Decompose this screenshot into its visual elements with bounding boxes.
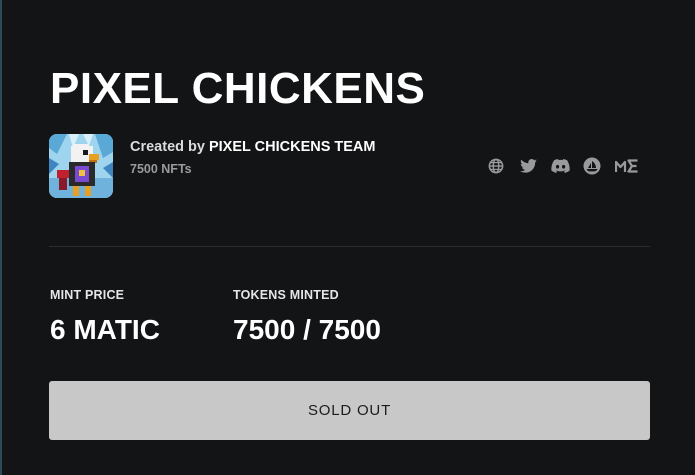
creator-info: Created by PIXEL CHICKENS TEAM 7500 NFTs bbox=[130, 138, 376, 177]
tokens-minted-label: TOKENS MINTED bbox=[233, 288, 339, 302]
created-by-prefix: Created by bbox=[130, 139, 205, 155]
section-divider bbox=[49, 246, 650, 247]
twitter-icon[interactable] bbox=[518, 156, 538, 176]
collection-title: PIXEL CHICKENS bbox=[50, 64, 426, 113]
creator-row: Created by PIXEL CHICKENS TEAM 7500 NFTs bbox=[49, 134, 650, 200]
globe-icon[interactable] bbox=[486, 156, 506, 176]
nft-count: 7500 NFTs bbox=[130, 162, 192, 176]
tokens-minted-value: 7500 / 7500 bbox=[233, 314, 381, 345]
pixel-chicken-image bbox=[49, 134, 113, 198]
created-by-line: Created by PIXEL CHICKENS TEAM bbox=[130, 138, 376, 156]
opensea-icon[interactable] bbox=[582, 156, 602, 176]
mint-price-value: 6 MATIC bbox=[50, 314, 160, 345]
mint-page: PIXEL CHICKENS Created by PIXEL CHICKENS… bbox=[0, 0, 695, 475]
mint-price-label: MINT PRICE bbox=[50, 288, 125, 302]
tokens-minted-stat: TOKENS MINTED 7500 / 7500 bbox=[233, 288, 381, 345]
mint-price-stat: MINT PRICE 6 MATIC bbox=[50, 288, 160, 345]
sold-out-button[interactable]: SOLD OUT bbox=[49, 381, 650, 440]
window-edge bbox=[0, 0, 2, 475]
discord-icon[interactable] bbox=[550, 156, 570, 176]
collection-avatar bbox=[49, 134, 113, 198]
magic-eden-icon[interactable] bbox=[614, 156, 640, 176]
social-links bbox=[474, 156, 640, 176]
creator-name[interactable]: PIXEL CHICKENS TEAM bbox=[209, 139, 376, 155]
